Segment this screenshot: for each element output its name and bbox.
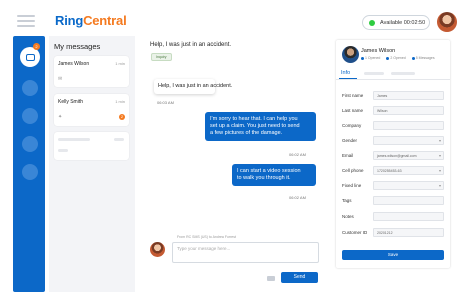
message-time: 06:02 AM (289, 195, 306, 200)
field-label: Cell phone (342, 168, 364, 173)
send-button[interactable]: Send (281, 272, 318, 283)
conversation-time: 1 min (115, 61, 125, 66)
company-field[interactable] (373, 121, 444, 130)
conversation-name: James Wilson (58, 61, 90, 67)
field-label: Notes (342, 214, 354, 219)
attachment-icon[interactable] (267, 276, 275, 281)
message-input[interactable]: Type your message here... (172, 242, 319, 263)
message-line: I'm sorry to hear that. I can help you (210, 116, 298, 122)
availability-status[interactable]: Available 00:02:50 (362, 15, 430, 30)
chevron-down-icon: ▾ (438, 153, 441, 158)
select-value: 1720255453-63 (377, 169, 402, 173)
field-label: Fixed line (342, 183, 362, 188)
ringcentral-logo: RingCentral (55, 13, 127, 28)
field-label: Email (342, 153, 354, 158)
tab-placeholder[interactable] (391, 72, 415, 75)
rail-badge: 2 (33, 43, 40, 50)
contact-panel: James Wilson 1 Opened 2 Opened 5 Message… (336, 40, 450, 268)
hamburger-menu-icon[interactable] (17, 15, 35, 27)
messages-list-title: My messages (54, 42, 101, 51)
stat-item: 1 Opened (361, 56, 380, 60)
field-label: Tags (342, 198, 352, 203)
conversation-item-kelly[interactable]: Kelly Smith 1 min ✦ 2 (54, 94, 129, 126)
compose-meta: From RC SMS (US) to Andrea Forrest (177, 235, 236, 239)
message-line: I can start a video session (237, 168, 301, 174)
save-button[interactable]: Save (342, 250, 444, 260)
conversation-tag[interactable]: Inquiry (151, 53, 172, 61)
fixed-line-select[interactable]: ▾ (373, 181, 444, 190)
conversation-title: Help, I was just in an accident. (150, 42, 232, 48)
tags-field[interactable] (373, 196, 444, 205)
tab-info[interactable]: Info (341, 70, 350, 76)
status-dot-icon (369, 19, 375, 26)
divider (336, 79, 450, 80)
unread-badge: 2 (119, 114, 125, 120)
chevron-down-icon: ▾ (438, 138, 441, 143)
field-label: Customer ID (342, 230, 368, 235)
top-header: RingCentral Available 00:02:50 (0, 0, 474, 36)
tab-placeholder[interactable] (364, 72, 384, 75)
contact-name: James Wilson (361, 48, 396, 54)
messages-icon[interactable] (20, 47, 40, 67)
chevron-down-icon: ▾ (438, 183, 441, 188)
stat-item: 5 Messages (411, 56, 435, 60)
agent-message: I can start a video session to walk you … (232, 164, 316, 186)
conversation-item-james[interactable]: James Wilson 1 min ✉ (54, 56, 129, 87)
stat-text: 1 Opened (365, 56, 381, 60)
message-line: a few pictures of the damage. (210, 130, 283, 136)
gender-select[interactable]: ▾ (373, 136, 444, 145)
placeholder-line (58, 138, 90, 141)
conversation-panel: Help, I was just in an accident. Inquiry… (144, 36, 328, 292)
email-select[interactable]: james.wilson@gmail.com ▾ (373, 151, 444, 160)
conversation-name: Kelly Smith (58, 99, 84, 105)
message-time: 06:02 AM (289, 152, 306, 157)
field-label: Company (342, 123, 362, 128)
contact-stats: 1 Opened 2 Opened 5 Messages (361, 56, 435, 60)
customer-message: Help, I was just in an accident. (154, 79, 232, 94)
nav-item-icon[interactable] (22, 136, 38, 152)
field-label: First name (342, 93, 364, 98)
customer-id-field[interactable]: 20201212 (373, 228, 444, 237)
status-text: Available 00:02:50 (380, 19, 426, 26)
stat-text: 5 Messages (415, 56, 435, 60)
cell-phone-select[interactable]: 1720255453-63 ▾ (373, 166, 444, 175)
nav-item-icon[interactable] (22, 108, 38, 124)
message-line: set up a claim. You just need to send (210, 123, 300, 129)
field-label: Gender (342, 138, 358, 143)
twitter-icon: ✦ (58, 114, 63, 120)
agent-message: I'm sorry to hear that. I can help you s… (205, 112, 316, 141)
stat-text: 2 Opened (390, 56, 406, 60)
last-name-field[interactable]: Wilson (373, 106, 444, 115)
left-nav-rail: 2 (13, 36, 45, 292)
conversation-item-placeholder[interactable] (54, 132, 129, 160)
first-name-field[interactable]: James (373, 91, 444, 100)
nav-item-icon[interactable] (22, 164, 38, 180)
contact-avatar (342, 46, 359, 63)
messages-list-panel: My messages James Wilson 1 min ✉ Kelly S… (49, 36, 135, 292)
stat-item: 2 Opened (386, 56, 406, 60)
user-avatar[interactable] (437, 12, 457, 32)
notes-field[interactable] (373, 212, 444, 221)
message-line: to walk you through it. (237, 175, 291, 181)
message-time: 06:03 AM (157, 100, 174, 105)
chevron-down-icon: ▾ (438, 168, 441, 173)
placeholder-line (114, 138, 124, 141)
select-value: james.wilson@gmail.com (377, 154, 417, 158)
agent-avatar (150, 242, 165, 257)
chat-icon: ✉ (58, 76, 63, 82)
field-label: Last name (342, 108, 364, 113)
nav-item-icon[interactable] (22, 80, 38, 96)
conversation-time: 1 min (115, 99, 125, 104)
placeholder-line (58, 149, 68, 152)
